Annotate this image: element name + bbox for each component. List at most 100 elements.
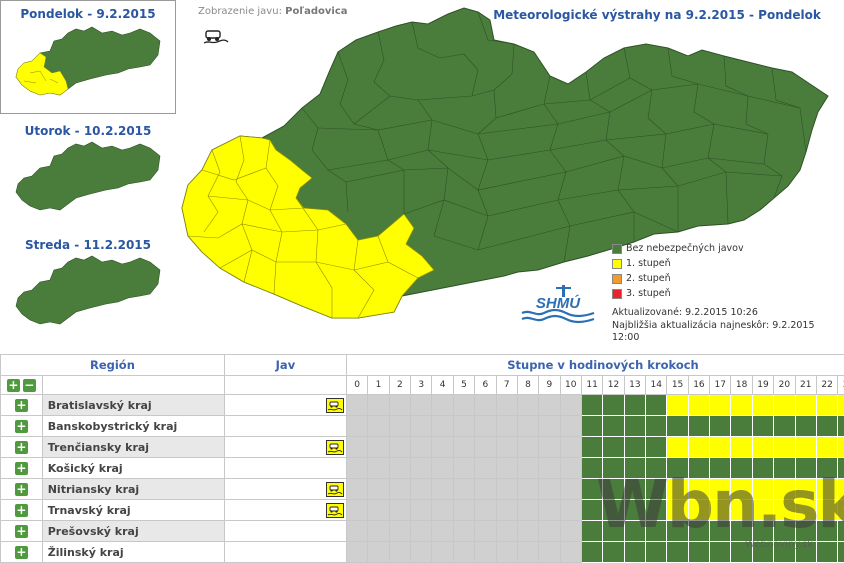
phenomenon-cell: [223, 457, 347, 479]
phenomenon-cell: [223, 499, 347, 521]
hour-cell: [623, 436, 647, 458]
hour-label: 8: [516, 375, 540, 395]
region-name[interactable]: Prešovský kraj: [41, 520, 225, 542]
icy-road-warning-icon[interactable]: [325, 481, 344, 497]
next-update: Najbližšia aktualizácia najneskôr: 9.2.2…: [612, 320, 815, 343]
day-title: Pondelok - 9.2.2015: [20, 7, 156, 21]
expand-row-button[interactable]: +: [14, 440, 28, 454]
header-region: Región: [0, 354, 225, 376]
legend-item: 3. stupeň: [612, 286, 744, 301]
phenomenon-cell: [223, 394, 347, 416]
hour-cell: [367, 436, 390, 458]
hour-cell: [388, 499, 412, 521]
hour-cell: [410, 415, 433, 437]
region-name[interactable]: Trnavský kraj: [41, 499, 225, 521]
expand-row-button[interactable]: +: [14, 419, 28, 433]
region-name[interactable]: Banskobystrický kraj: [41, 415, 225, 437]
hour-cell: [495, 436, 518, 458]
region-name[interactable]: Bratislavský kraj: [41, 394, 225, 416]
hour-cell: [474, 415, 497, 437]
region-name[interactable]: Žilinský kraj: [41, 541, 225, 563]
expand-cell: +: [0, 394, 43, 416]
table-row: + Banskobystrický kraj: [0, 415, 844, 437]
hour-cell: [474, 478, 497, 500]
phenomenon-cell: [223, 520, 347, 542]
hour-cell: [452, 457, 476, 479]
expand-row-button[interactable]: +: [14, 398, 28, 412]
mini-map-tuesday: [15, 141, 161, 211]
hour-cell: [602, 541, 625, 563]
hour-cell: [431, 478, 454, 500]
expand-row-button[interactable]: +: [14, 503, 28, 517]
hour-cell: [687, 436, 711, 458]
hour-cell: [452, 394, 476, 416]
expand-row-button[interactable]: +: [14, 545, 28, 559]
expand-collapse-controls: + −: [0, 375, 43, 395]
hour-cell: [815, 541, 839, 563]
hour-cell: [602, 415, 625, 437]
hour-cell: [452, 436, 476, 458]
hour-cell: [474, 499, 497, 521]
hour-cell: [388, 457, 412, 479]
icy-road-warning-icon[interactable]: [325, 439, 344, 455]
hour-cell: [431, 394, 454, 416]
hour-label: 4: [431, 375, 454, 395]
hour-cell: [815, 415, 839, 437]
phenomenon-cell: [223, 436, 347, 458]
legend-swatch: [612, 258, 622, 269]
day-title: Streda - 11.2.2015: [24, 238, 152, 252]
update-info: Aktualizované: 9.2.2015 10:26 Najbližšia…: [612, 307, 844, 344]
hour-cell: [666, 436, 689, 458]
expand-row-button[interactable]: +: [14, 524, 28, 538]
region-name[interactable]: Trenčiansky kraj: [41, 436, 225, 458]
legend-label: Bez nebezpečných javov: [626, 243, 744, 254]
expand-all-button[interactable]: +: [6, 378, 20, 392]
expand-row-button[interactable]: +: [14, 482, 28, 496]
hour-cell: [474, 457, 497, 479]
hour-cell: [367, 541, 390, 563]
hour-cell: [580, 415, 604, 437]
day-card-monday[interactable]: Pondelok - 9.2.2015: [0, 0, 176, 114]
hour-cell: [410, 478, 433, 500]
hour-cell: [559, 478, 582, 500]
day-card-tuesday[interactable]: Utorok - 10.2.2015: [0, 118, 176, 212]
hour-cell: [345, 394, 369, 416]
legend-swatch: [612, 288, 622, 299]
hour-cell: [815, 394, 839, 416]
blank-cell: [223, 375, 347, 395]
hour-cell: [645, 436, 668, 458]
day-card-wednesday[interactable]: Streda - 11.2.2015: [0, 232, 176, 326]
hour-label: 2: [388, 375, 412, 395]
hour-cell: [388, 436, 412, 458]
region-name[interactable]: Košický kraj: [41, 457, 225, 479]
hour-cell: [559, 541, 582, 563]
icy-road-warning-icon[interactable]: [325, 397, 344, 413]
hour-cell: [794, 436, 817, 458]
region-name[interactable]: Nitriansky kraj: [41, 478, 225, 500]
icy-road-warning-icon[interactable]: [325, 502, 344, 518]
expand-row-button[interactable]: +: [14, 461, 28, 475]
hour-label: 5: [452, 375, 476, 395]
hour-cell: [431, 457, 454, 479]
hour-cell: [452, 541, 476, 563]
hour-cell: [495, 478, 518, 500]
hour-cell: [773, 415, 796, 437]
hour-cell: [516, 499, 540, 521]
hour-cell: [538, 394, 561, 416]
hour-cell: [687, 394, 711, 416]
hour-cell: [580, 436, 604, 458]
hour-cell: [815, 436, 839, 458]
hour-cell: [345, 499, 369, 521]
collapse-all-button[interactable]: −: [22, 378, 36, 392]
expand-cell: +: [0, 520, 43, 542]
legend-item: 2. stupeň: [612, 271, 744, 286]
svg-text:SHMÚ: SHMÚ: [536, 294, 581, 312]
table-row: + Žilinský kraj: [0, 541, 844, 563]
legend-item: Bez nebezpečných javov: [612, 241, 744, 256]
expand-cell: +: [0, 415, 43, 437]
hour-cell: [495, 541, 518, 563]
hour-cell: [474, 541, 497, 563]
mini-map-monday: [15, 26, 161, 96]
hour-label: 23: [837, 375, 844, 395]
hour-cell: [367, 457, 390, 479]
